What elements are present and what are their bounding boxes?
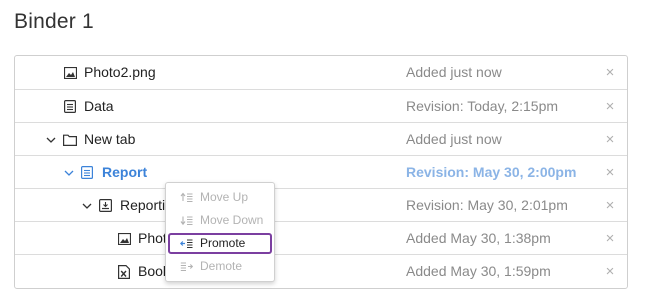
item-status: Added just now: [406, 131, 502, 147]
list-item[interactable]: Phot Added May 30, 1:38pm ×: [15, 221, 627, 254]
image-icon: [117, 222, 132, 255]
close-icon[interactable]: ×: [603, 255, 617, 288]
list-item[interactable]: Photo2.png Added just now ×: [15, 56, 627, 89]
item-status: Revision: May 30, 2:01pm: [406, 197, 568, 213]
list-item[interactable]: New tab Added just now ×: [15, 122, 627, 155]
document-icon: [64, 90, 78, 123]
menu-item-move-down[interactable]: Move Down: [168, 210, 272, 231]
item-status: Revision: May 30, 2:00pm: [406, 164, 577, 180]
close-icon[interactable]: ×: [603, 222, 617, 255]
context-menu: Move Up Move Down Promote Demote: [165, 182, 275, 282]
menu-item-label: Promote: [200, 236, 246, 250]
menu-item-move-up[interactable]: Move Up: [168, 187, 272, 208]
item-name[interactable]: Photo2.png: [84, 56, 156, 89]
close-icon[interactable]: ×: [603, 189, 617, 222]
binder-list: Photo2.png Added just now × Data Revisio…: [14, 55, 628, 289]
item-status: Added May 30, 1:38pm: [406, 230, 551, 246]
item-status: Added May 30, 1:59pm: [406, 263, 551, 279]
chevron-down-icon[interactable]: [45, 123, 57, 156]
folder-icon: [63, 123, 77, 156]
menu-item-label: Demote: [200, 259, 243, 273]
item-status: Added just now: [406, 64, 502, 80]
report-icon: [99, 189, 113, 222]
chevron-down-icon[interactable]: [63, 156, 75, 189]
item-status: Revision: Today, 2:15pm: [406, 98, 559, 114]
close-icon[interactable]: ×: [603, 56, 617, 89]
menu-item-label: Move Down: [200, 213, 264, 227]
list-item[interactable]: Reportin Revision: May 30, 2:01pm ×: [15, 188, 627, 221]
move-down-icon: [180, 210, 193, 231]
demote-icon: [180, 256, 194, 277]
list-item[interactable]: Data Revision: Today, 2:15pm ×: [15, 89, 627, 122]
list-item[interactable]: Book Added May 30, 1:59pm ×: [15, 254, 627, 287]
item-name[interactable]: Report: [102, 156, 147, 189]
move-up-icon: [180, 187, 193, 208]
page-title: Binder 1: [14, 10, 94, 33]
close-icon[interactable]: ×: [603, 123, 617, 156]
chevron-down-icon[interactable]: [81, 189, 93, 222]
promote-icon: [179, 235, 193, 252]
close-icon[interactable]: ×: [603, 156, 617, 189]
item-name[interactable]: New tab: [84, 123, 135, 156]
close-icon[interactable]: ×: [603, 90, 617, 123]
excel-icon: [118, 255, 132, 288]
menu-item-label: Move Up: [200, 190, 249, 204]
menu-item-promote[interactable]: Promote: [168, 233, 272, 254]
image-icon: [63, 56, 78, 89]
document-icon: [81, 156, 95, 189]
list-item[interactable]: Report Revision: May 30, 2:00pm ×: [15, 155, 627, 188]
item-name[interactable]: Data: [84, 90, 114, 123]
item-name[interactable]: Phot: [138, 222, 167, 255]
menu-item-demote[interactable]: Demote: [168, 256, 272, 277]
